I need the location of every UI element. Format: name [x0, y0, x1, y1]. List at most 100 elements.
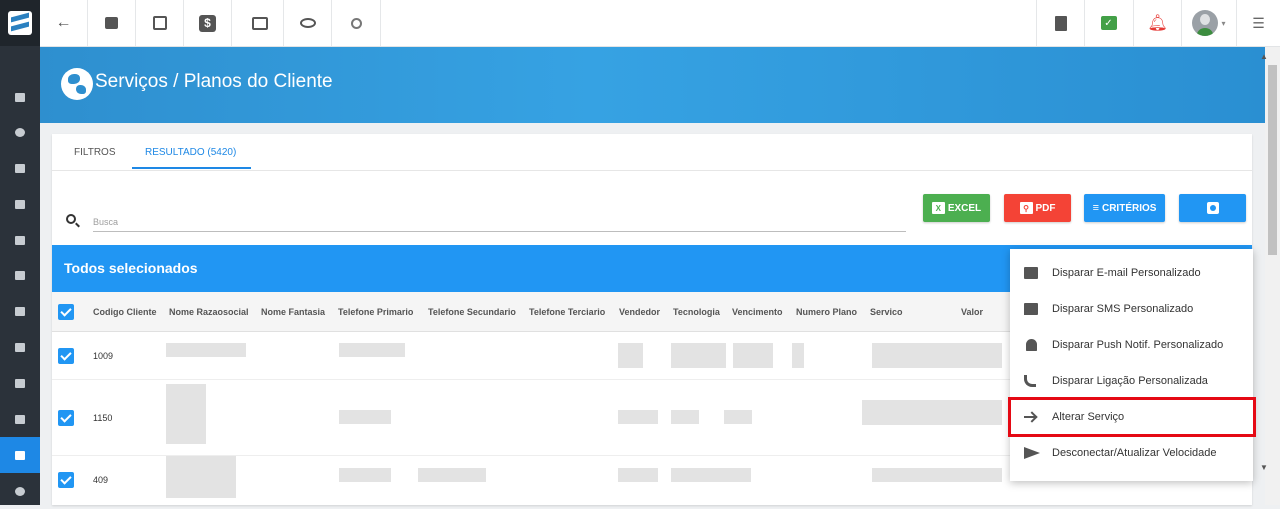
redacted-cell [733, 343, 773, 368]
col-vendedor[interactable]: Vendedor [619, 307, 660, 317]
row-checkbox[interactable] [58, 472, 74, 488]
user-menu[interactable]: ▾ [1181, 0, 1236, 46]
arrow-left-icon: ← [55, 14, 72, 31]
row-checkbox[interactable] [58, 410, 74, 426]
active-tab-indicator [132, 167, 251, 169]
alerts-button[interactable]: 🔔︎ [1133, 0, 1181, 46]
alarm-bell-icon: 🔔︎ [1147, 15, 1168, 32]
gear-icon [15, 486, 25, 496]
sidebar-item-docs[interactable] [0, 365, 40, 401]
menu-item-sms[interactable]: Disparar SMS Personalizado [1010, 291, 1253, 327]
scroll-down-icon[interactable]: ▼ [1260, 463, 1268, 472]
logo-icon [8, 11, 32, 35]
sidebar-item-services[interactable] [0, 437, 40, 473]
tab-filtros[interactable]: FILTROS [74, 147, 115, 158]
box-icon [15, 270, 25, 280]
chat-icon [1024, 303, 1038, 315]
sidebar-item-reports[interactable] [0, 114, 40, 150]
excel-label: EXCEL [947, 202, 982, 214]
menu-list-icon: ☰ [1252, 14, 1265, 31]
menu-item-label: Disparar Ligação Personalizada [1052, 375, 1208, 387]
redacted-cell [792, 343, 804, 368]
settings-button[interactable] [1179, 194, 1246, 222]
col-telefone-secundario[interactable]: Telefone Secundario [428, 307, 516, 317]
user-avatar [1192, 10, 1219, 36]
criteria-button[interactable]: ≡ CRITÉRIOS [1084, 194, 1165, 222]
sidebar-item-products[interactable] [0, 257, 40, 293]
redacted-cell [872, 343, 1002, 368]
app-logo[interactable] [0, 0, 40, 46]
col-codigo-cliente[interactable]: Codigo Cliente [93, 307, 157, 317]
col-nome-razaosocial[interactable]: Nome Razaosocial [169, 307, 249, 317]
tab-resultado[interactable]: RESULTADO (5420) [145, 147, 236, 158]
sidebar-item-finance[interactable] [0, 293, 40, 329]
redacted-cell [671, 468, 751, 482]
back-button[interactable]: ← [40, 0, 88, 46]
menu-item-email[interactable]: Disparar E-mail Personalizado [1010, 255, 1253, 291]
sidebar-item-contacts[interactable] [0, 150, 40, 186]
search-icon [351, 17, 362, 29]
contact-card-icon [105, 17, 118, 29]
view-button[interactable] [284, 0, 332, 46]
schedule-button[interactable] [136, 0, 184, 46]
document-icon [15, 378, 25, 388]
pdf-icon: ⚲ [1019, 202, 1033, 214]
col-numero-plano[interactable]: Numero Plano [796, 307, 857, 317]
sidebar-item-schedule[interactable] [0, 222, 40, 258]
sidebar-item-network[interactable] [0, 401, 40, 437]
redacted-cell [339, 410, 391, 424]
search-button[interactable] [333, 0, 381, 46]
chat-check-icon: ✓ [1100, 16, 1117, 30]
page-scrollbar[interactable] [1265, 47, 1280, 505]
col-valor[interactable]: Valor [961, 307, 983, 317]
search-icon [66, 214, 76, 224]
redacted-cell [339, 343, 405, 357]
contacts-button[interactable] [88, 0, 136, 46]
pdf-button[interactable] [1036, 0, 1084, 46]
col-tecnologia[interactable]: Tecnologia [673, 307, 720, 317]
excel-button[interactable]: X EXCEL [923, 194, 990, 222]
menu-item-call[interactable]: Disparar Ligação Personalizada [1010, 363, 1253, 399]
scroll-up-icon[interactable]: ▲ [1260, 52, 1268, 61]
finance-button[interactable]: $ [184, 0, 232, 46]
col-telefone-primario[interactable]: Telefone Primario [338, 307, 413, 317]
redacted-cell [339, 468, 391, 482]
sidebar-item-dashboard[interactable] [0, 79, 40, 115]
col-nome-fantasia[interactable]: Nome Fantasia [261, 307, 325, 317]
row-checkbox[interactable] [58, 348, 74, 364]
calendar-clock-icon [152, 16, 167, 30]
pdf-export-button[interactable]: ⚲ PDF [1004, 194, 1071, 222]
col-vencimento[interactable]: Vencimento [732, 307, 783, 317]
search-input[interactable] [93, 214, 906, 230]
sidebar-item-board[interactable] [0, 186, 40, 222]
chat-button[interactable]: ✓ [1084, 0, 1132, 46]
menu-button[interactable]: ☰ [1236, 0, 1280, 46]
select-all-checkbox[interactable] [58, 304, 74, 320]
sidebar-item-settings[interactable] [0, 473, 40, 509]
page-title: Serviços / Planos do Cliente [95, 71, 333, 92]
gear-icon [1206, 202, 1219, 214]
eye-icon [299, 18, 316, 28]
page-header: Serviços / Planos do Cliente [40, 47, 1265, 123]
top-toolbar: ← $ ✓ 🔔︎ ▾ ☰ [40, 0, 1280, 47]
redacted-cell [166, 343, 246, 357]
criteria-label: CRITÉRIOS [1101, 202, 1157, 214]
chevron-down-icon: ▾ [1221, 18, 1226, 28]
selection-text: Todos selecionados [64, 260, 198, 276]
scrollbar-thumb[interactable] [1268, 65, 1277, 255]
col-telefone-terciario[interactable]: Telefone Terciario [529, 307, 605, 317]
redacted-cell [862, 400, 1002, 425]
sidebar-item-location[interactable] [0, 329, 40, 365]
redacted-cell [724, 410, 752, 424]
file-icon [15, 450, 25, 460]
row-code: 1009 [93, 351, 114, 361]
pie-chart-icon [15, 127, 25, 137]
menu-item-disconnect[interactable]: Desconectar/Atualizar Velocidade [1010, 435, 1253, 471]
menu-item-label: Disparar SMS Personalizado [1052, 303, 1194, 315]
pdf-label: PDF [1035, 202, 1056, 214]
menu-item-push[interactable]: Disparar Push Notif. Personalizado [1010, 327, 1253, 363]
send-icon [1024, 447, 1040, 459]
terminal-button[interactable] [236, 0, 284, 46]
col-servico[interactable]: Servico [870, 307, 903, 317]
money-icon [15, 306, 25, 316]
